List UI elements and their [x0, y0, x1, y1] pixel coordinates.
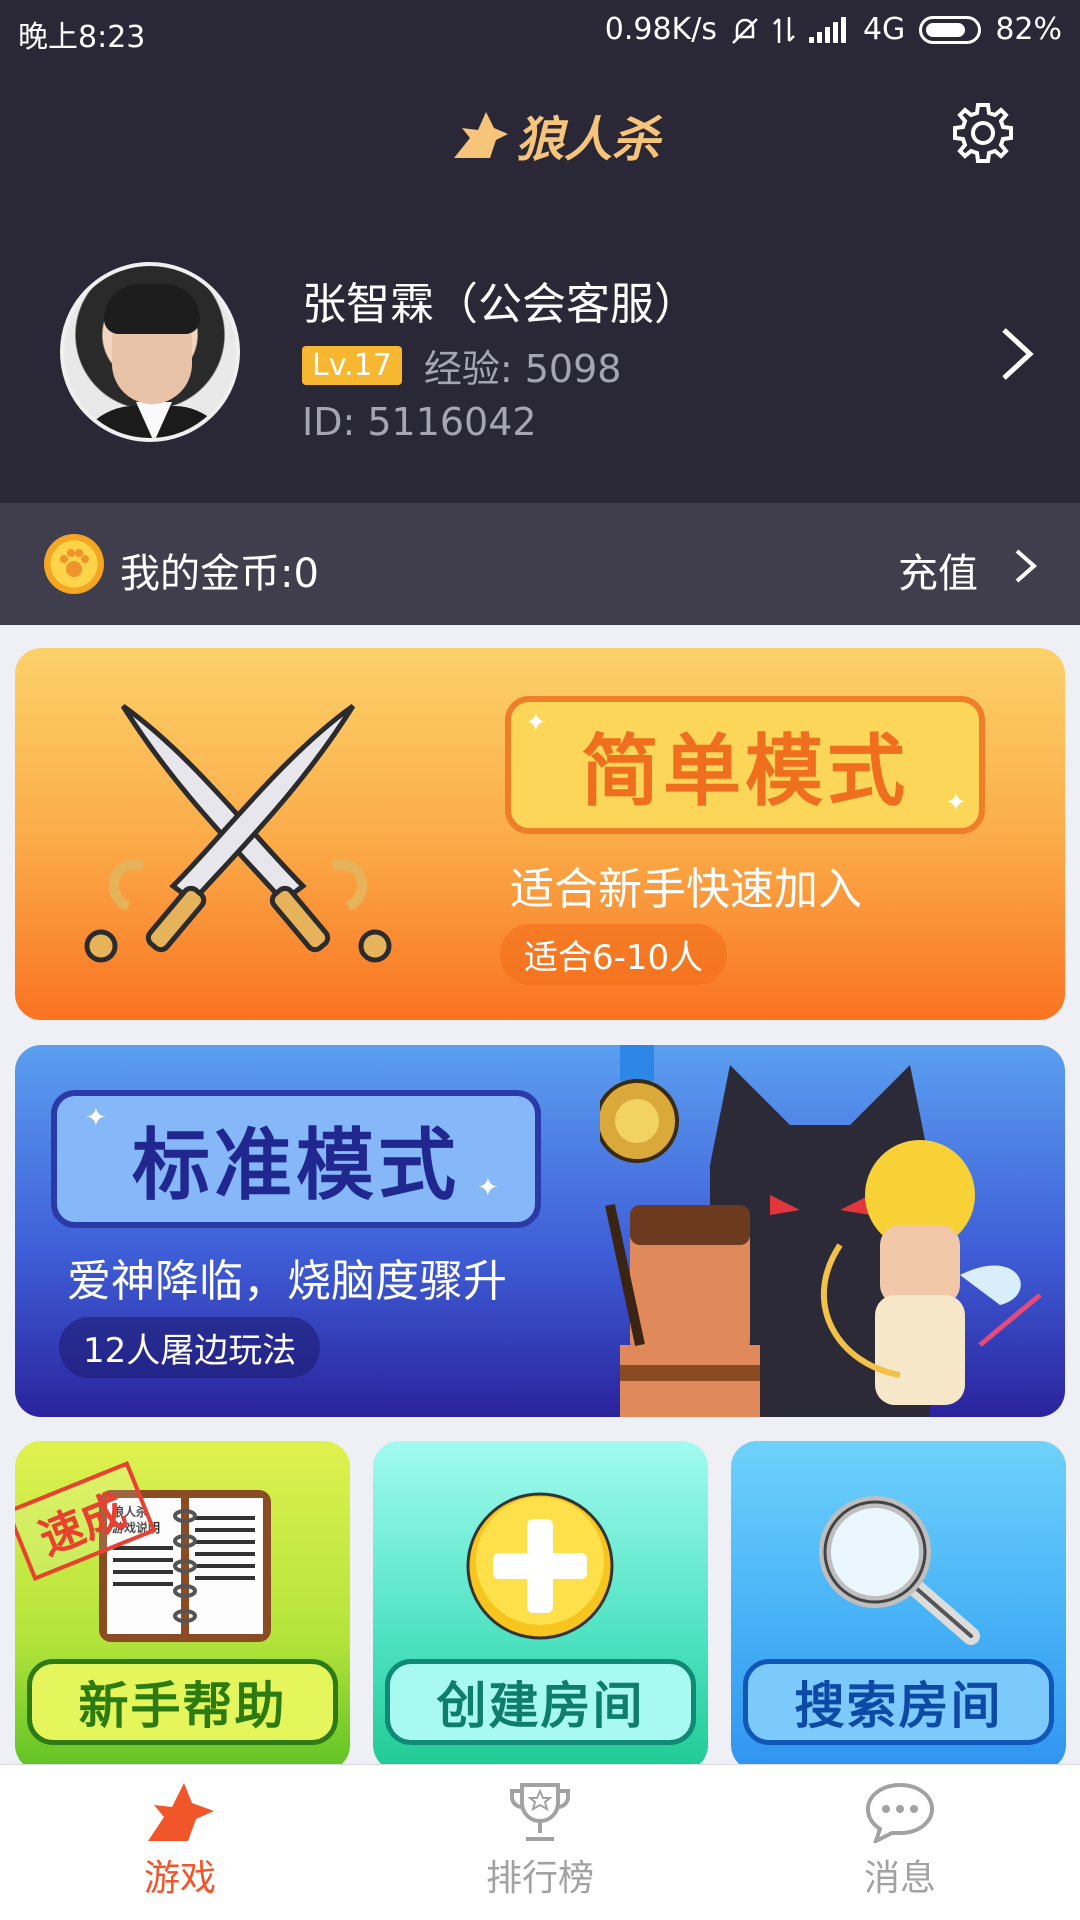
create-room-card[interactable]: 创建房间: [373, 1441, 708, 1771]
characters-illustration: [600, 1045, 1042, 1417]
profile-section[interactable]: 张智霖（公会客服） Lv.17 经验: 5098 ID: 5116042: [0, 258, 1080, 458]
status-time: 晚上8:23: [18, 20, 146, 55]
plus-circle-icon: [466, 1492, 614, 1640]
recharge-link[interactable]: 充值: [898, 541, 978, 599]
create-room-label: 创建房间: [385, 1659, 696, 1745]
help-label: 新手帮助: [27, 1659, 338, 1745]
sparkle-icon: ✦: [85, 1103, 107, 1133]
nav-tab-ranking[interactable]: 排行榜: [440, 1781, 640, 1901]
wolf-logo-icon: [454, 112, 508, 158]
user-id: ID: 5116042: [302, 400, 537, 444]
coin-balance: 我的金币:0: [120, 551, 319, 597]
status-right: 0.98K/s 4G 82%: [605, 12, 1062, 47]
coin-bar[interactable]: 我的金币:0 充值: [0, 503, 1080, 625]
network-type: 4G: [862, 12, 906, 47]
avatar[interactable]: [60, 262, 240, 442]
experience-text: 经验: 5098: [423, 347, 622, 391]
wolf-head-icon: [148, 1783, 214, 1841]
user-name: 张智霖（公会客服）: [302, 279, 698, 330]
standard-mode-card[interactable]: 标准模式 ✦ ✦ 爱神降临，烧脑度骤升 12人屠边玩法: [15, 1045, 1065, 1417]
settings-button[interactable]: [950, 100, 1016, 166]
chat-bubble-icon: [865, 1782, 935, 1843]
crossed-swords-icon: [84, 703, 392, 963]
level-badge: Lv.17: [302, 346, 402, 385]
easy-mode-card[interactable]: 简单模式 ✦ ✦ 适合新手快速加入 适合6-10人: [15, 648, 1065, 1020]
battery-fill: [926, 22, 966, 37]
nav-tab-messages[interactable]: 消息: [800, 1781, 1000, 1901]
app-title: 狼人杀: [516, 112, 661, 168]
header-area: 晚上8:23 0.98K/s 4G 82% 狼人杀 张智霖（公会客服） Lv.1…: [0, 0, 1080, 503]
bottom-navigation: 游戏 排行榜 消息: [0, 1764, 1080, 1920]
chevron-right-icon[interactable]: [1014, 548, 1038, 584]
battery-percent: 82%: [995, 12, 1062, 47]
beginner-help-card[interactable]: 狼人杀 游戏说明 速成 新手帮助: [15, 1441, 350, 1771]
nav-label-game: 游戏: [143, 1858, 216, 1899]
mute-bell-icon: [732, 17, 758, 44]
easy-mode-title: 简单模式: [505, 696, 985, 834]
gear-icon: [953, 103, 1013, 163]
search-room-label: 搜索房间: [743, 1659, 1054, 1745]
standard-mode-title: 标准模式: [51, 1090, 541, 1228]
trophy-icon: [510, 1783, 570, 1841]
signal-icon: [808, 16, 846, 43]
easy-mode-players: 适合6-10人: [500, 924, 728, 985]
data-arrows-icon: [773, 16, 795, 43]
network-speed: 0.98K/s: [604, 12, 717, 47]
battery-icon: [919, 15, 982, 44]
sparkle-icon: ✦: [477, 1173, 499, 1203]
avatar-hair: [104, 284, 200, 334]
sparkle-icon: ✦: [525, 708, 547, 738]
coin-icon: [44, 534, 104, 594]
search-room-card[interactable]: 搜索房间: [731, 1441, 1066, 1771]
standard-mode-players: 12人屠边玩法: [59, 1317, 321, 1378]
nav-label-messages: 消息: [863, 1858, 936, 1899]
status-bar: 晚上8:23 0.98K/s 4G 82%: [0, 0, 1080, 60]
chevron-right-icon[interactable]: [1000, 326, 1036, 382]
magnifier-icon: [819, 1496, 980, 1645]
nav-tab-game[interactable]: 游戏: [80, 1781, 280, 1901]
app-logo: 狼人杀: [452, 100, 660, 170]
standard-mode-tagline: 爱神降临，烧脑度骤升: [67, 1256, 507, 1307]
sparkle-icon: ✦: [945, 788, 967, 818]
level-row: Lv.17 经验: 5098: [302, 338, 621, 393]
easy-mode-tagline: 适合新手快速加入: [510, 864, 862, 915]
paw-icon: [60, 549, 89, 577]
nav-label-ranking: 排行榜: [485, 1858, 594, 1899]
